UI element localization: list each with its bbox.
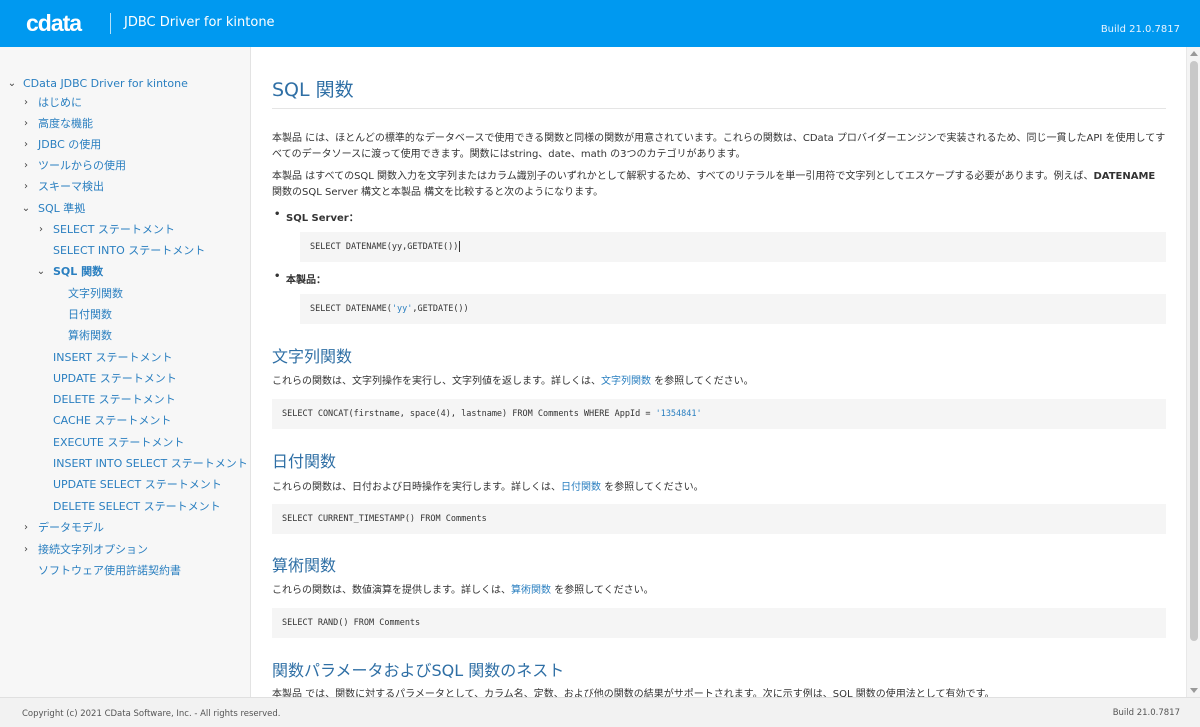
sidebar-item-intro[interactable]: › はじめに	[20, 94, 82, 112]
header-divider	[110, 13, 111, 34]
page-title: SQL 関数	[272, 79, 354, 101]
page-footer: Copyright (c) 2021 CData Software, Inc. …	[0, 697, 1200, 727]
sidebar-item-string-functions[interactable]: 文字列関数	[68, 285, 123, 303]
scroll-up-arrow-icon[interactable]	[1190, 51, 1198, 56]
heading-math-functions: 算術関数	[272, 556, 337, 575]
heading-date-functions: 日付関数	[272, 452, 337, 471]
sidebar-item-data-model[interactable]: › データモデル	[20, 519, 104, 537]
sidebar-item-delete[interactable]: DELETE ステートメント	[53, 391, 176, 409]
cdata-logo[interactable]: cdata	[26, 12, 82, 35]
sidebar-item-jdbc[interactable]: › JDBC の使用	[20, 136, 101, 154]
sidebar-item-insert-into-select[interactable]: INSERT INTO SELECT ステートメント	[53, 455, 248, 473]
sidebar-item-math-functions[interactable]: 算術関数	[68, 327, 112, 345]
sidebar-item-license[interactable]: ソフトウェア使用許諾契約書	[38, 562, 181, 580]
math-functions-text: これらの関数は、数値演算を提供します。詳しくは、算術関数 を参照してください。	[272, 585, 654, 596]
math-functions-link[interactable]: 算術関数	[511, 585, 551, 596]
sidebar-item-sql-compliance[interactable]: ⌄ SQL 準拠	[20, 200, 85, 218]
heading-function-nesting: 関数パラメータおよびSQL 関数のネスト	[272, 661, 565, 680]
content-scrollbar[interactable]	[1186, 47, 1200, 697]
sidebar-item-date-functions[interactable]: 日付関数	[68, 306, 112, 324]
code-block-string[interactable]: SELECT CONCAT(firstname, space(4), lastn…	[272, 399, 1166, 429]
footer-build: Build 21.0.7817	[1112, 708, 1180, 718]
top-header: cdata JDBC Driver for kintone Build 21.0…	[0, 0, 1200, 47]
chevron-down-icon[interactable]: ⌄	[6, 75, 18, 93]
heading-string-functions: 文字列関数	[272, 347, 353, 366]
sidebar-toc: ⌄ CData JDBC Driver for kintone › はじめに ›…	[0, 47, 251, 697]
code-block-product[interactable]: SELECT DATENAME('yy',GETDATE())	[300, 294, 1166, 324]
nesting-text: 本製品 では、関数に対するパラメータとして、カラム名、定数、および他の関数の結果…	[272, 689, 995, 697]
chevron-right-icon[interactable]: ›	[20, 541, 32, 559]
sidebar-item-delete-select[interactable]: DELETE SELECT ステートメント	[53, 498, 221, 516]
sidebar-item-connection-options[interactable]: › 接続文字列オプション	[20, 541, 148, 559]
chevron-right-icon[interactable]: ›	[20, 178, 32, 196]
header-build: Build 21.0.7817	[1100, 24, 1180, 35]
chevron-right-icon[interactable]: ›	[20, 136, 32, 154]
chevron-down-icon[interactable]: ⌄	[20, 200, 32, 218]
date-functions-text: これらの関数は、日付および日時操作を実行します。詳しくは、日付関数 を参照してく…	[272, 482, 704, 493]
chevron-right-icon[interactable]: ›	[35, 221, 47, 239]
sidebar-item-tools[interactable]: › ツールからの使用	[20, 157, 126, 175]
chevron-right-icon[interactable]: ›	[20, 94, 32, 112]
sidebar-item-update-select[interactable]: UPDATE SELECT ステートメント	[53, 476, 222, 494]
sidebar-item-execute[interactable]: EXECUTE ステートメント	[53, 434, 184, 452]
product-title[interactable]: JDBC Driver for kintone	[124, 15, 275, 30]
string-functions-text: これらの関数は、文字列操作を実行し、文字列値を返します。詳しくは、文字列関数 を…	[272, 376, 754, 387]
code-block-date[interactable]: SELECT CURRENT_TIMESTAMP() FROM Comments	[272, 504, 1166, 534]
chevron-right-icon[interactable]: ›	[20, 157, 32, 175]
sidebar-item-select-into[interactable]: SELECT INTO ステートメント	[53, 242, 205, 260]
string-functions-link[interactable]: 文字列関数	[601, 376, 651, 387]
escape-paragraph: 本製品 はすべてのSQL 関数入力を文字列またはカラム識別子のいずれかとして解釈…	[272, 171, 1156, 198]
sidebar-root[interactable]: ⌄ CData JDBC Driver for kintone	[8, 75, 188, 93]
title-divider	[272, 108, 1166, 109]
scroll-down-arrow-icon[interactable]	[1190, 688, 1198, 693]
bullet-product: 本製品：	[274, 271, 326, 286]
sidebar-item-schema[interactable]: › スキーマ検出	[20, 178, 104, 196]
main-content: SQL 関数 本製品 には、ほとんどの標準的なデータベースで使用できる関数と同様…	[252, 47, 1186, 697]
code-block-math[interactable]: SELECT RAND() FROM Comments	[272, 608, 1166, 638]
copyright-text: Copyright (c) 2021 CData Software, Inc. …	[22, 709, 281, 719]
scroll-thumb[interactable]	[1190, 61, 1198, 641]
code-block-sqlserver[interactable]: SELECT DATENAME(yy,GETDATE())	[300, 232, 1166, 262]
sidebar-item-advanced[interactable]: › 高度な機能	[20, 115, 93, 133]
chevron-down-icon[interactable]: ⌄	[35, 263, 47, 281]
chevron-right-icon[interactable]: ›	[20, 519, 32, 537]
sidebar-item-insert[interactable]: INSERT ステートメント	[53, 349, 172, 367]
bullet-sql-server: SQL Server：	[274, 209, 359, 224]
sidebar-item-select[interactable]: › SELECT ステートメント	[35, 221, 175, 239]
sidebar-item-update[interactable]: UPDATE ステートメント	[53, 370, 177, 388]
intro-paragraph: 本製品 には、ほとんどの標準的なデータベースで使用できる関数と同様の関数が用意さ…	[272, 133, 1166, 160]
text-cursor	[459, 241, 461, 252]
chevron-right-icon[interactable]: ›	[20, 115, 32, 133]
date-functions-link[interactable]: 日付関数	[561, 482, 601, 493]
sidebar-item-cache[interactable]: CACHE ステートメント	[53, 412, 171, 430]
sidebar-item-sql-functions[interactable]: ⌄ SQL 関数	[35, 263, 103, 281]
